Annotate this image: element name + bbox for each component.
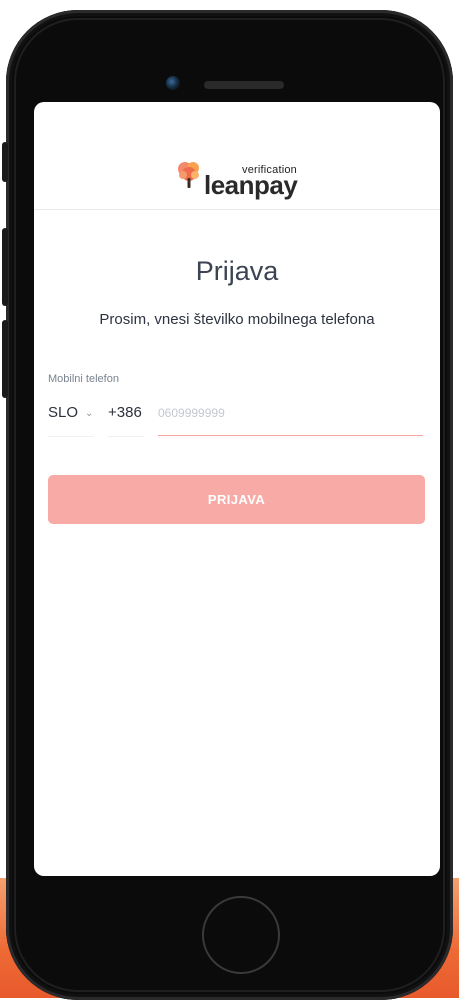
page-subtitle: Prosim, vnesi številko mobilnega telefon…	[99, 311, 375, 328]
country-code: SLO	[48, 404, 79, 421]
mute-switch	[2, 142, 8, 182]
phone-number-input[interactable]	[158, 396, 423, 436]
login-button[interactable]: PRIJAVA	[48, 475, 425, 524]
leanpay-tree-icon	[178, 162, 199, 188]
home-button[interactable]	[202, 896, 280, 974]
dial-code-text: +386	[108, 404, 142, 421]
dial-code: +386	[108, 396, 144, 437]
app-header: verification leanpay	[34, 102, 440, 210]
phone-field-label: Mobilni telefon	[48, 373, 119, 385]
app-screen: verification leanpay Prijava Prosim, vne…	[34, 102, 440, 876]
country-select[interactable]: SLO ⌄	[48, 396, 94, 437]
volume-up-button	[2, 228, 8, 306]
chevron-down-icon: ⌄	[85, 408, 94, 419]
front-camera	[166, 76, 180, 90]
page-title: Prijava	[195, 256, 279, 286]
volume-down-button	[2, 320, 8, 398]
logo-wordmark: leanpay	[204, 170, 298, 200]
leanpay-logo: verification leanpay	[176, 158, 300, 200]
earpiece-speaker	[204, 81, 284, 89]
